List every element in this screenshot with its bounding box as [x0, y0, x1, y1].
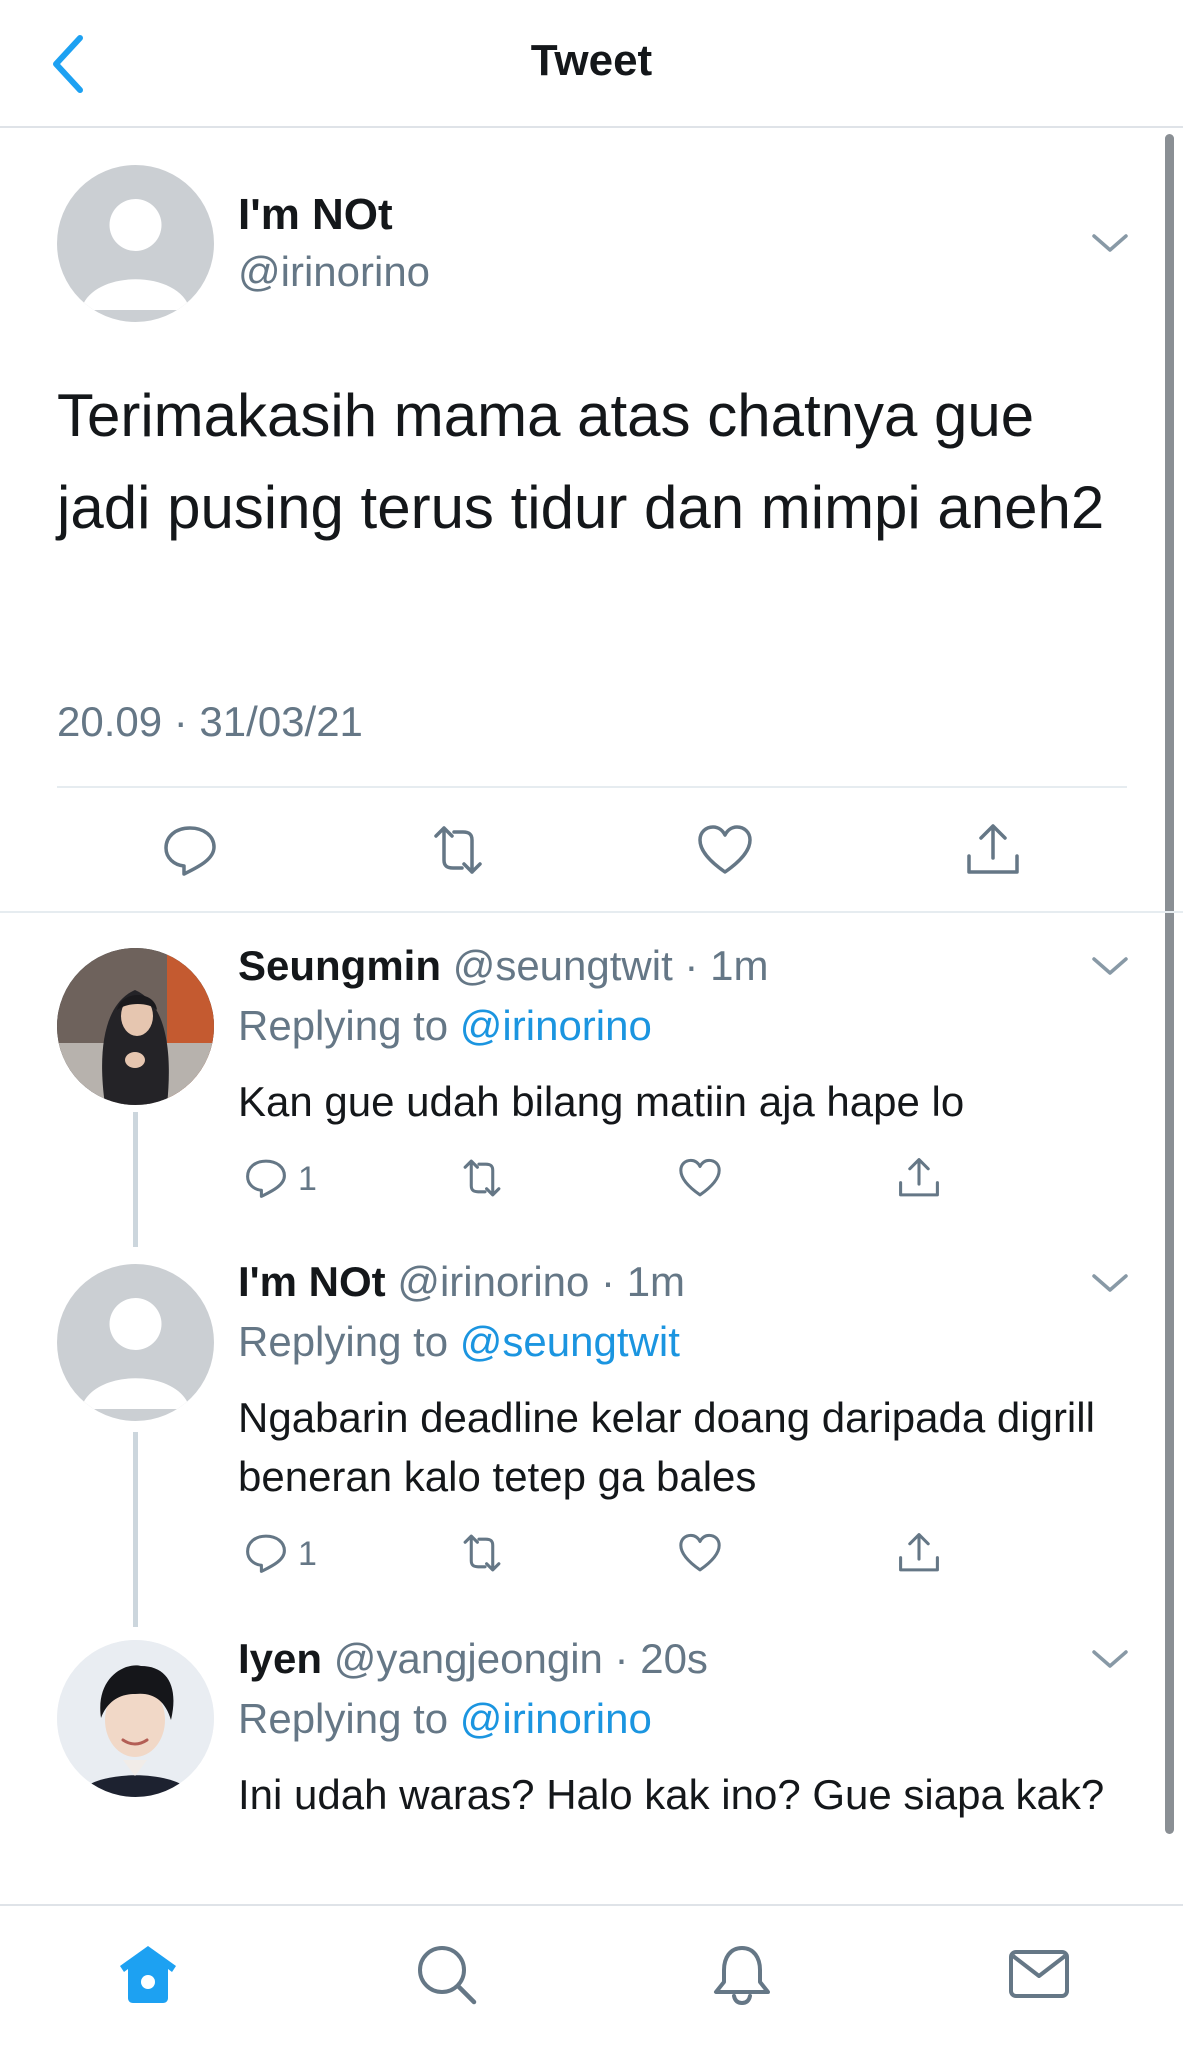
tweet-options-button[interactable]: [1090, 232, 1130, 256]
mention-link[interactable]: @irinorino: [460, 1695, 652, 1742]
reply-header: I'm NOt @irinorino · 1m: [238, 1258, 685, 1306]
reply-meta: @seungtwit · 1m: [452, 942, 769, 989]
author-avatar[interactable]: [57, 165, 214, 322]
replying-to-label: Replying to: [238, 1002, 460, 1049]
tweet-text: Terimakasih mama atas chatnya gue jadi p…: [57, 382, 1105, 541]
reply-header: Iyen @yangjeongin · 20s: [238, 1635, 708, 1683]
reply-text: Kan gue udah bilang matiin aja hape lo: [238, 1078, 965, 1125]
reply-display-name[interactable]: I'm NOt: [238, 1258, 386, 1305]
page-title: Tweet: [530, 36, 653, 85]
mention-link[interactable]: @irinorino: [460, 1002, 652, 1049]
share-icon: [967, 824, 1019, 874]
tab-home[interactable]: [116, 1942, 180, 2006]
retweet-icon: [434, 826, 482, 874]
notifications-icon: [714, 1946, 770, 2006]
divider: [0, 911, 1183, 913]
default-profile-icon: [81, 199, 190, 310]
share-button[interactable]: [896, 1530, 942, 1576]
chevron-down-icon: [1092, 957, 1128, 975]
reply-button[interactable]: [243, 1530, 289, 1576]
like-icon: [679, 1533, 721, 1572]
retweet-button[interactable]: [428, 820, 488, 880]
like-button[interactable]: [677, 1530, 723, 1576]
reply-avatar-irinorino[interactable]: [57, 1264, 214, 1421]
share-button[interactable]: [963, 820, 1023, 880]
replying-to-label: Replying to: [238, 1318, 460, 1365]
home-icon: [120, 1946, 176, 2003]
author-display-name[interactable]: I'm NOt: [238, 190, 393, 240]
chevron-down-icon: [1092, 1274, 1128, 1292]
reply-avatar-iyen[interactable]: [57, 1640, 214, 1797]
divider: [57, 786, 1127, 788]
replying-to-line: Replying to @seungtwit: [238, 1318, 680, 1366]
share-button[interactable]: [896, 1155, 942, 1201]
profile-photo-icon: [57, 948, 214, 1105]
replying-to-label: Replying to: [238, 1695, 460, 1742]
author-handle[interactable]: @irinorino: [238, 248, 430, 296]
reply-display-name[interactable]: Seungmin: [238, 942, 441, 989]
chevron-down-icon: [1092, 234, 1128, 252]
reply-header: Seungmin @seungtwit · 1m: [238, 942, 768, 990]
reply-icon: [246, 1534, 286, 1573]
tweet-timestamp: 20.09 · 31/03/21: [57, 698, 363, 745]
reply-meta: @irinorino · 1m: [397, 1258, 686, 1305]
top-navigation-bar: Tweet: [0, 0, 1183, 128]
tab-messages[interactable]: [1007, 1942, 1071, 2006]
search-icon: [418, 1946, 477, 2005]
reply-text: Ini udah waras? Halo kak ino? Gue siapa …: [238, 1771, 1105, 1818]
tweet-detail-page: Tweet I'm NOt @irinorino Terimakasih mam…: [0, 0, 1183, 2048]
reply-button[interactable]: [243, 1155, 289, 1201]
like-button[interactable]: [695, 820, 755, 880]
thread-connector-line: [133, 1112, 138, 1247]
reply-display-name[interactable]: Iyen: [238, 1635, 322, 1682]
reply-count: 1: [298, 1535, 317, 1573]
chevron-down-icon: [1092, 1650, 1128, 1668]
tab-notifications[interactable]: [710, 1942, 774, 2006]
reply-options-button[interactable]: [1090, 1648, 1130, 1672]
retweet-button[interactable]: [459, 1530, 505, 1576]
reply-meta: @yangjeongin · 20s: [333, 1635, 708, 1682]
reply-options-button[interactable]: [1090, 1272, 1130, 1296]
reply-button[interactable]: [160, 820, 220, 880]
mention-link[interactable]: @seungtwit: [460, 1318, 680, 1365]
reply-count: 1: [298, 1160, 317, 1198]
retweet-icon: [463, 1534, 501, 1572]
reply-text: Ngabarin deadline kelar doang daripada d…: [238, 1394, 1095, 1500]
reply-avatar-seungmin[interactable]: [57, 948, 214, 1105]
tab-search[interactable]: [414, 1942, 478, 2006]
messages-icon: [1009, 1950, 1069, 1998]
profile-photo-icon: [57, 1640, 214, 1797]
replying-to-line: Replying to @irinorino: [238, 1695, 652, 1743]
thread-connector-line: [133, 1432, 138, 1627]
share-icon: [899, 1158, 939, 1197]
reply-options-button[interactable]: [1090, 955, 1130, 979]
retweet-button[interactable]: [459, 1155, 505, 1201]
retweet-icon: [463, 1159, 501, 1197]
like-button[interactable]: [677, 1155, 723, 1201]
reply-icon: [246, 1159, 286, 1198]
like-icon: [698, 825, 752, 874]
like-icon: [679, 1158, 721, 1197]
bottom-tab-bar: [0, 1904, 1183, 2048]
default-profile-icon: [81, 1298, 190, 1409]
reply-icon: [164, 826, 216, 876]
share-icon: [899, 1533, 939, 1572]
scrollbar[interactable]: [1165, 134, 1174, 1834]
replying-to-line: Replying to @irinorino: [238, 1002, 652, 1050]
